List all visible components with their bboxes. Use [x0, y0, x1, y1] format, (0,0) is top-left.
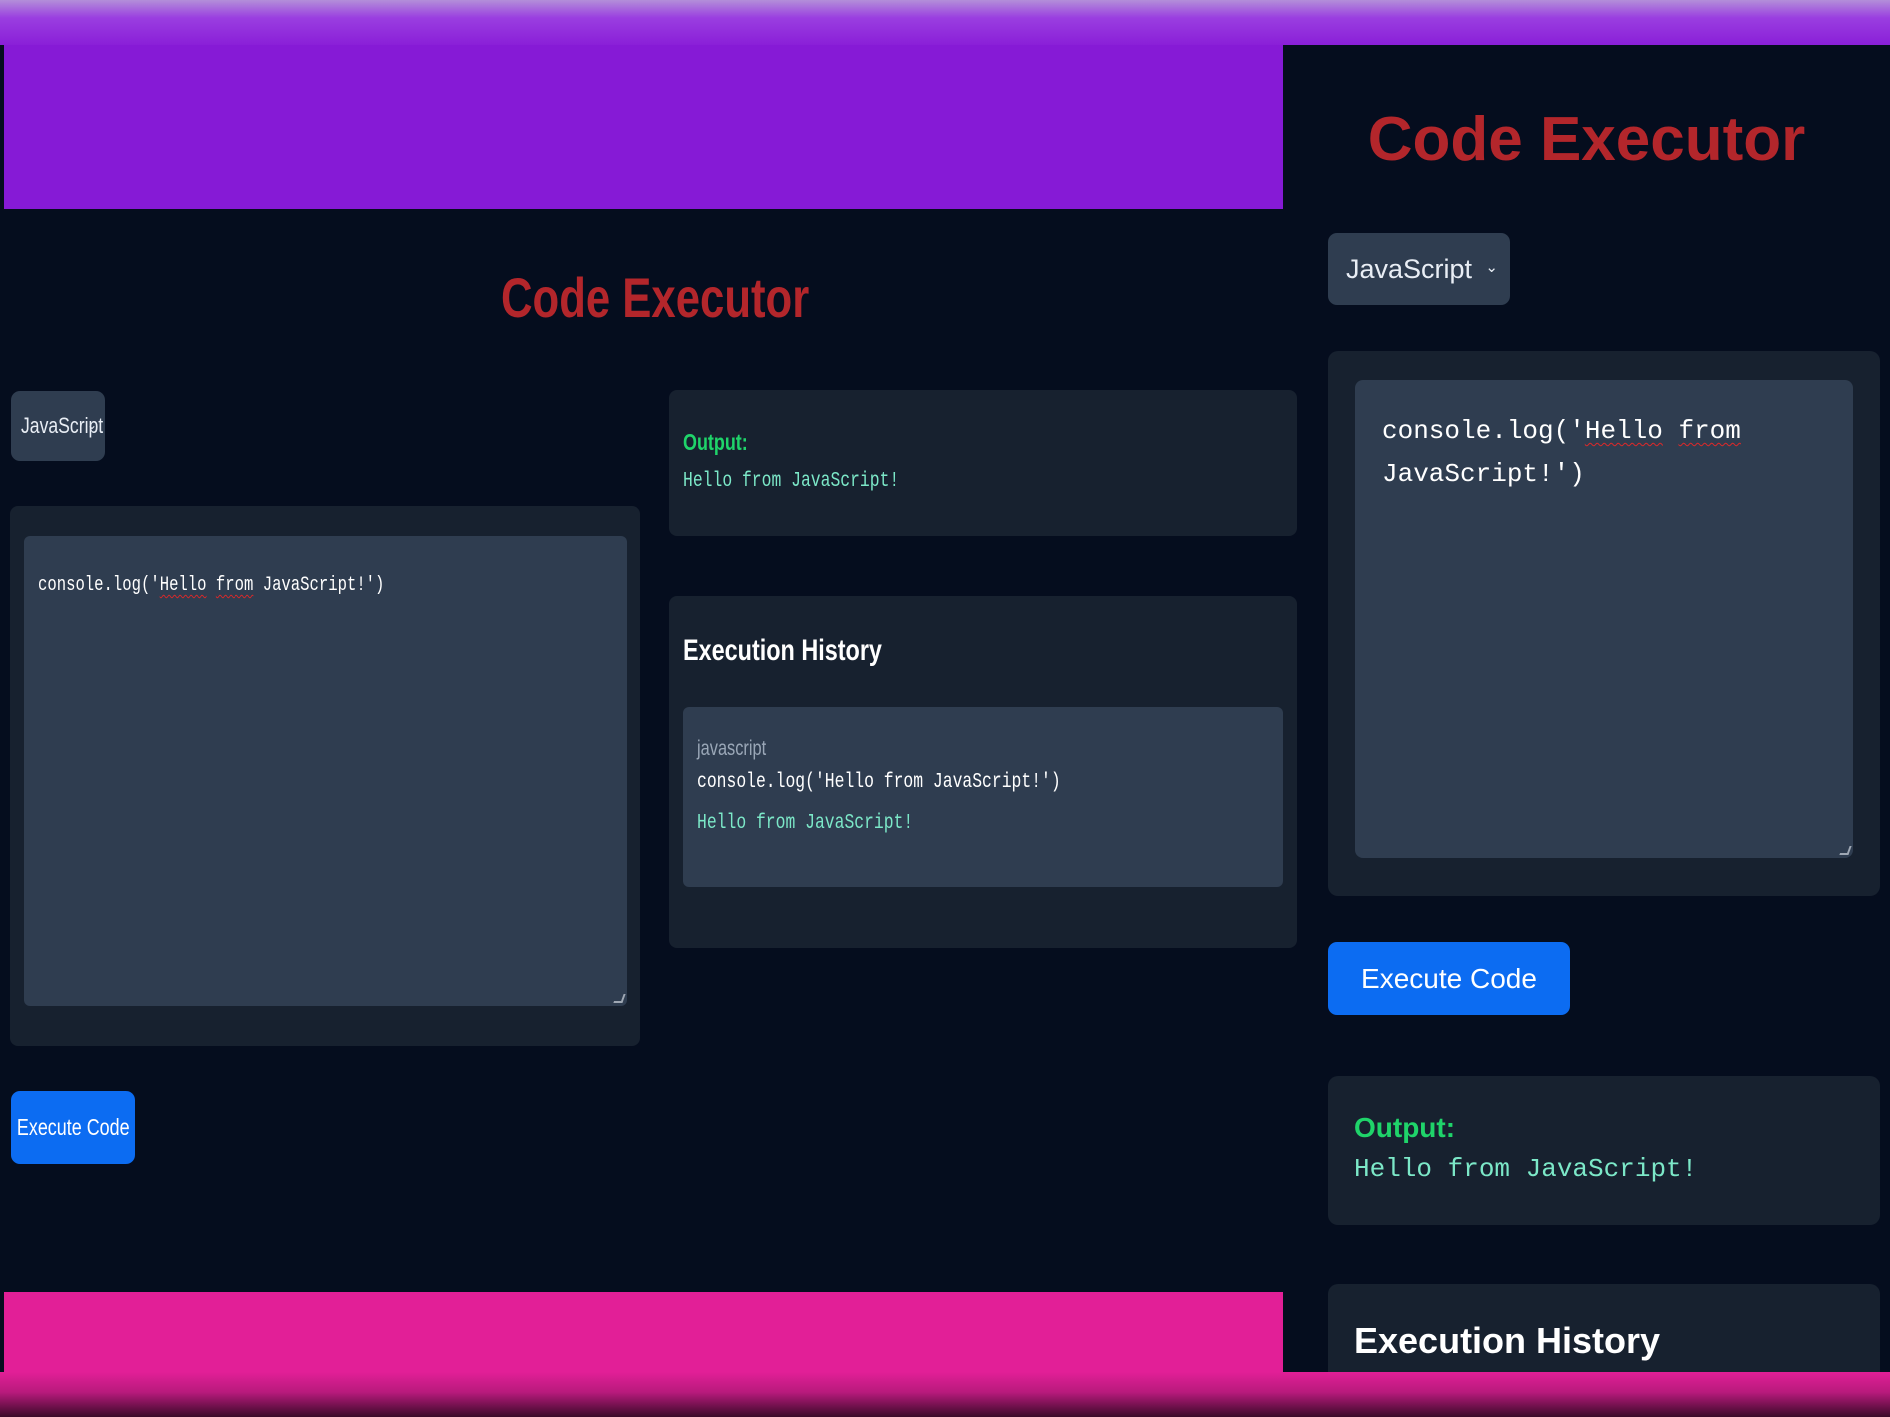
execute-code-button-large[interactable]: Execute Code [1328, 942, 1570, 1015]
language-select-large[interactable]: JavaScript ⌄ [1328, 233, 1510, 305]
chevron-down-icon: ⌄ [86, 418, 97, 432]
execution-history-panel: Execution History javascript console.log… [669, 596, 1297, 948]
output-label: Output: [683, 429, 748, 455]
resize-handle-icon[interactable] [613, 994, 626, 1003]
history-heading: Execution History [683, 634, 882, 667]
pink-footer-panel [4, 1292, 1283, 1372]
purple-header-panel [4, 45, 1283, 209]
history-item[interactable]: javascript console.log('Hello from JavaS… [683, 707, 1283, 887]
chevron-down-icon: ⌄ [1485, 259, 1498, 276]
output-panel-large: Output: Hello from JavaScript! [1328, 1076, 1880, 1225]
history-item-code: console.log('Hello from JavaScript!') [697, 771, 1061, 794]
output-label: Output: [1354, 1112, 1456, 1143]
language-select[interactable]: JavaScript ⌄ [11, 391, 105, 461]
page-title-large: Code Executor [1367, 105, 1806, 174]
code-editor[interactable]: console.log('Hello from JavaScript!') [24, 536, 627, 1006]
history-item-language: javascript [697, 737, 767, 760]
resize-handle-icon[interactable] [1839, 846, 1852, 855]
language-select-value: JavaScript [1346, 253, 1473, 284]
output-panel: Output: Hello from JavaScript! [669, 390, 1297, 536]
page-title: Code Executor [500, 266, 810, 329]
code-text: console.log('Hello from JavaScript!') [38, 574, 385, 597]
code-line-2: JavaScript!') [1382, 459, 1585, 489]
history-item-output: Hello from JavaScript! [697, 812, 914, 835]
bottom-gradient-band [0, 1372, 1890, 1417]
output-value: Hello from JavaScript! [683, 470, 900, 493]
execution-history-panel-large: Execution History [1328, 1284, 1880, 1372]
history-heading: Execution History [1354, 1320, 1661, 1361]
execute-code-button[interactable]: Execute Code [11, 1091, 135, 1164]
output-value: Hello from JavaScript! [1354, 1154, 1698, 1184]
code-line-1: console.log('Hello from [1382, 416, 1741, 446]
code-editor-large[interactable]: console.log('Hello from JavaScript!') [1355, 380, 1853, 858]
top-gradient-band [0, 0, 1890, 45]
